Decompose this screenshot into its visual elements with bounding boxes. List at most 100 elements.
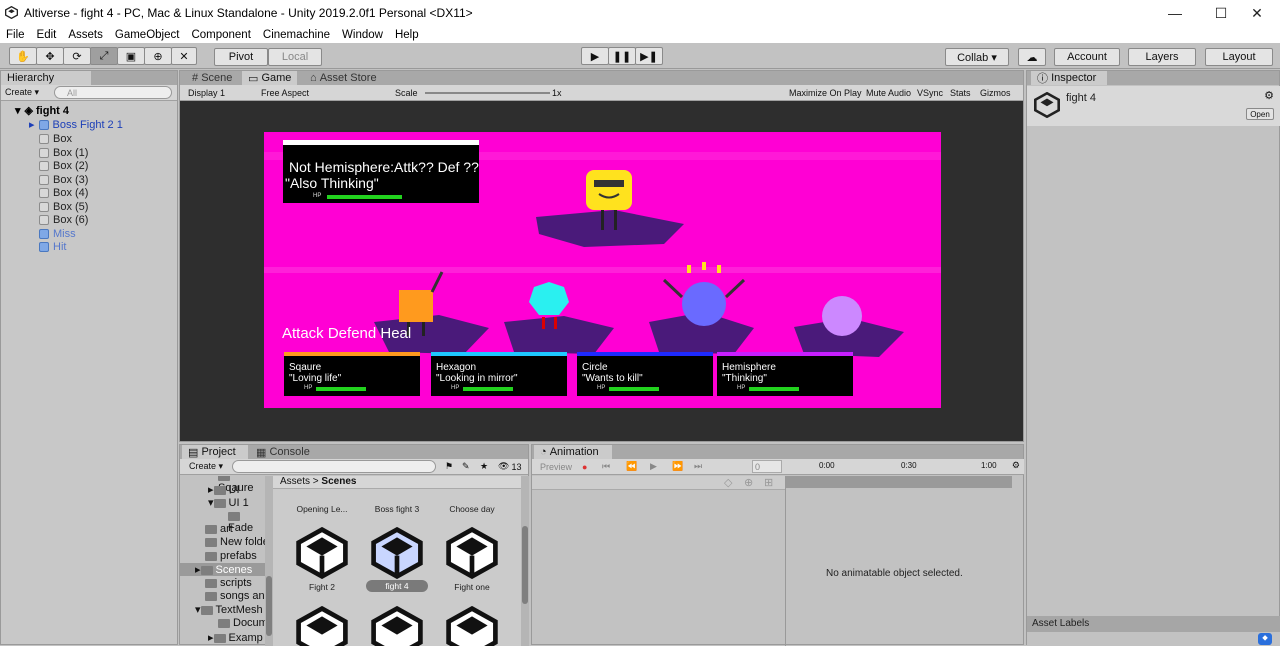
rotate-tool-icon[interactable]: ⟳ (63, 47, 91, 65)
breadcrumb-current[interactable]: Scenes (321, 476, 356, 487)
cloud-icon[interactable]: ☁ (1018, 48, 1046, 66)
maximize-on-play-toggle[interactable]: Maximize On Play (789, 86, 862, 99)
pause-icon[interactable]: ❚❚ (608, 47, 636, 65)
tab-game[interactable]: ▭ Game (242, 71, 298, 85)
stats-toggle[interactable]: Stats (950, 86, 971, 99)
add-property-icon[interactable]: ⊞ (764, 476, 773, 489)
menu-assets[interactable]: Assets (62, 29, 109, 41)
timeline-settings-icon[interactable]: ⚙ (1012, 460, 1020, 471)
add-keyframe-icon[interactable]: ◇ (724, 476, 732, 489)
gizmos-dropdown[interactable]: Gizmos (980, 86, 1011, 99)
scale-slider[interactable] (425, 92, 550, 94)
add-event-icon[interactable]: ⊕ (744, 476, 753, 489)
preview-toggle[interactable]: Preview (540, 460, 572, 473)
move-tool-icon[interactable]: ✥ (36, 47, 64, 65)
tab-inspector[interactable]: ⓘ Inspector (1031, 71, 1107, 85)
folder-item[interactable]: New folde (205, 536, 265, 548)
menu-component[interactable]: Component (185, 29, 256, 41)
hierarchy-item[interactable]: Box (6) (39, 213, 88, 226)
hierarchy-item[interactable]: Box (5) (39, 200, 88, 213)
hidden-count-icon[interactable]: 👁 13 (498, 460, 521, 473)
asset-item-selected[interactable]: fight 4 (366, 580, 428, 592)
unity-scene-icon[interactable] (445, 527, 499, 579)
game-viewport[interactable]: Not Hemisphere:Attk?? Def ?? "Also Think… (264, 132, 941, 408)
hierarchy-item[interactable]: Box (1) (39, 146, 88, 159)
frame-field[interactable]: 0 (752, 460, 782, 473)
account-dropdown[interactable]: Account (1054, 48, 1120, 66)
hierarchy-item[interactable]: Box (39, 132, 72, 145)
layers-dropdown[interactable]: Layers (1128, 48, 1196, 66)
vsync-toggle[interactable]: VSync (917, 86, 943, 99)
menu-cinemachine[interactable]: Cinemachine (257, 29, 336, 41)
unity-scene-icon-selected[interactable] (370, 527, 424, 579)
asset-item[interactable]: Choose day (437, 504, 507, 514)
mute-audio-toggle[interactable]: Mute Audio (866, 86, 911, 99)
tab-asset-store[interactable]: ⌂ Asset Store (304, 71, 383, 85)
scale-tool-icon[interactable]: ⤢ (90, 47, 118, 65)
play-icon[interactable]: ▶ (581, 47, 609, 65)
transform-tool-icon[interactable]: ⊕ (144, 47, 172, 65)
asset-grid-scrollbar[interactable] (521, 476, 529, 646)
folder-item[interactable]: songs an (205, 590, 265, 602)
scene-root[interactable]: ▾ ◈ fight 4 (15, 104, 69, 118)
project-create-button[interactable]: Create ▾ (189, 460, 223, 473)
aspect-dropdown[interactable]: Free Aspect (261, 86, 309, 99)
tab-console[interactable]: ▦ Console (250, 445, 316, 459)
first-frame-icon[interactable]: ⏮ (602, 460, 610, 473)
hierarchy-item[interactable]: Hit (39, 240, 66, 253)
unity-scene-icon[interactable] (445, 606, 499, 646)
tab-animation[interactable]: ◔ Animation (534, 445, 612, 459)
hand-tool-icon[interactable]: ✋ (9, 47, 37, 65)
menu-window[interactable]: Window (336, 29, 389, 41)
layout-dropdown[interactable]: Layout (1205, 48, 1273, 66)
step-icon[interactable]: ▶❚ (635, 47, 663, 65)
folder-item[interactable]: ▸ Examp (208, 631, 263, 644)
hierarchy-item[interactable]: Box (2) (39, 159, 88, 172)
menu-file[interactable]: File (0, 29, 31, 41)
close-button[interactable]: ✕ (1234, 0, 1280, 26)
rect-tool-icon[interactable]: ▣ (117, 47, 145, 65)
folder-item[interactable]: scripts (205, 577, 252, 589)
tab-hierarchy[interactable]: Hierarchy (1, 71, 91, 85)
menu-help[interactable]: Help (389, 29, 425, 41)
collab-dropdown[interactable]: Collab ▾ (945, 48, 1009, 66)
last-frame-icon[interactable]: ⏭ (694, 460, 702, 473)
folder-item[interactable]: art (205, 523, 233, 535)
favorite-star-icon[interactable]: ★ (480, 460, 488, 473)
folder-item[interactable]: ▸ UI (208, 483, 240, 496)
hierarchy-item[interactable]: Miss (39, 227, 76, 240)
local-toggle[interactable]: Local (268, 48, 322, 66)
asset-item[interactable]: Opening Le... (287, 504, 357, 514)
breadcrumb-root[interactable]: Assets (280, 476, 310, 487)
project-search-input[interactable] (232, 460, 436, 473)
tab-scene[interactable]: # Scene (186, 71, 238, 85)
prev-frame-icon[interactable]: ⏪ (626, 460, 637, 473)
hierarchy-item[interactable]: ▸ Boss Fight 2 1 (29, 118, 123, 132)
filter-type-icon[interactable]: ⚑ (445, 460, 453, 473)
gear-icon[interactable]: ⚙ (1264, 89, 1274, 102)
hierarchy-create-button[interactable]: Create ▾ (5, 86, 39, 99)
folder-item[interactable]: ▾ TextMesh (195, 603, 263, 616)
tree-scrollbar[interactable] (265, 476, 273, 646)
pivot-toggle[interactable]: Pivot (214, 48, 268, 66)
hierarchy-item[interactable]: Box (4) (39, 186, 88, 199)
folder-item[interactable]: prefabs (205, 550, 257, 562)
asset-item[interactable]: Fight 2 (287, 582, 357, 592)
folder-item-selected[interactable]: ▸ Scenes (180, 563, 265, 576)
folder-item[interactable]: Fade (228, 510, 265, 534)
unity-scene-icon[interactable] (370, 606, 424, 646)
tag-icon[interactable]: ⬥ (1258, 633, 1272, 645)
timeline-ruler[interactable]: 0:00 0:30 1:00 ⚙ (785, 459, 1024, 475)
folder-item[interactable]: ▾ UI 1 (208, 496, 249, 509)
hierarchy-search-input[interactable]: All (54, 86, 172, 99)
asset-item[interactable]: Boss fight 3 (362, 504, 432, 514)
unity-scene-icon[interactable] (295, 606, 349, 646)
asset-labels-header[interactable]: Asset Labels (1027, 616, 1280, 632)
minimize-button[interactable]: — (1152, 0, 1198, 26)
custom-tool-icon[interactable]: ✕ (171, 47, 197, 65)
tab-project[interactable]: ▤ Project (182, 445, 248, 459)
play-animation-icon[interactable]: ▶ (650, 460, 657, 473)
open-button[interactable]: Open (1246, 108, 1274, 120)
hierarchy-item[interactable]: Box (3) (39, 173, 88, 186)
asset-item[interactable]: Fight one (437, 582, 507, 592)
